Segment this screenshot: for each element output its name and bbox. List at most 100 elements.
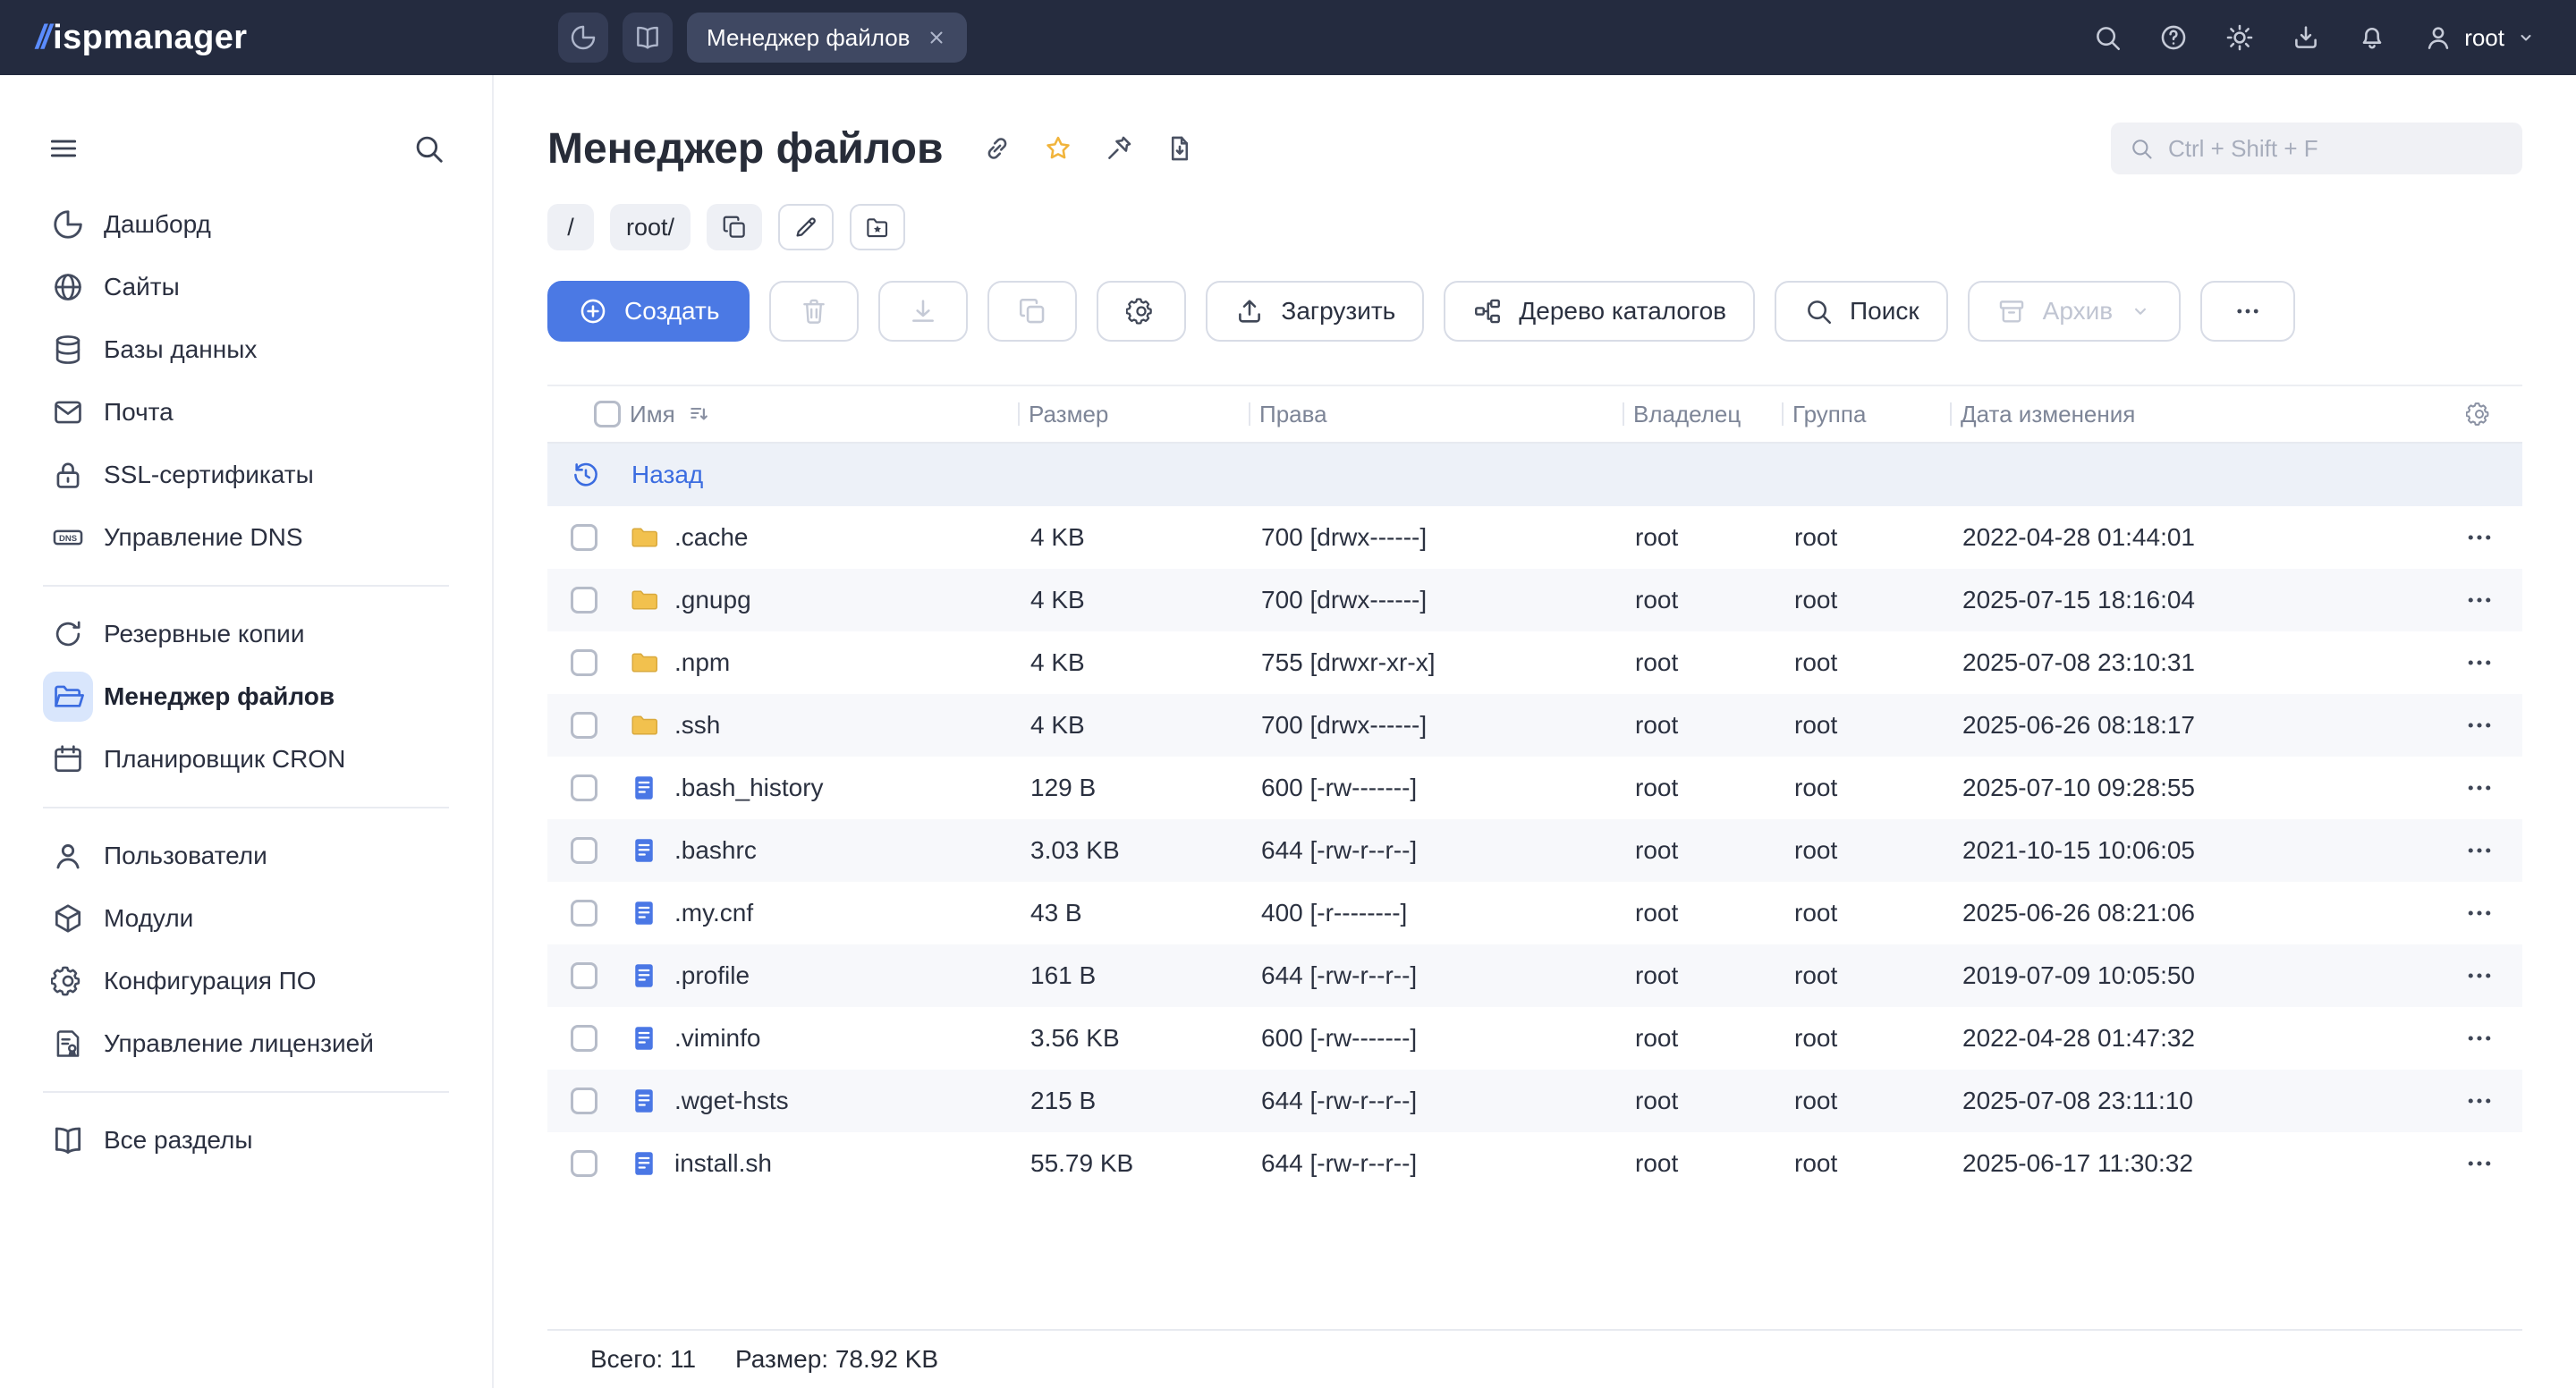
column-header[interactable]: Размер <box>1018 386 1249 442</box>
topbar-tool-book[interactable] <box>623 13 673 63</box>
row-checkbox[interactable] <box>571 900 597 927</box>
file-perms: 600 [-rw-------] <box>1249 774 1623 802</box>
user-name: root <box>2464 24 2504 52</box>
table-row[interactable]: .bashrc 3.03 KB 644 [-rw-r--r--] root ro… <box>547 819 2522 882</box>
row-actions-button[interactable] <box>2463 1085 2496 1117</box>
sidebar-item-database[interactable]: Базы данных <box>0 318 492 381</box>
toolbar-button-gear[interactable] <box>1097 281 1186 342</box>
column-header[interactable]: Группа <box>1782 386 1950 442</box>
table-row[interactable]: .ssh 4 KB 700 [drwx------] root root 202… <box>547 694 2522 757</box>
row-actions-button[interactable] <box>2463 709 2496 741</box>
topbar-action-search[interactable] <box>2092 22 2123 53</box>
sidebar-item-backup[interactable]: Резервные копии <box>0 603 492 665</box>
sidebar-item-license[interactable]: Управление лицензией <box>0 1012 492 1075</box>
sidebar-item-mail[interactable]: Почта <box>0 381 492 444</box>
toolbar-button-trash[interactable] <box>769 281 859 342</box>
row-checkbox[interactable] <box>571 837 597 864</box>
breadcrumb-action-folder-star[interactable] <box>850 204 905 250</box>
more-actions-button[interactable] <box>2200 281 2295 342</box>
row-actions-button[interactable] <box>2463 1147 2496 1180</box>
table-row[interactable]: .wget-hsts 215 B 644 [-rw-r--r--] root r… <box>547 1070 2522 1132</box>
sidebar-item-globe[interactable]: Сайты <box>0 256 492 318</box>
file-group: root <box>1782 711 1950 740</box>
row-actions-button[interactable] <box>2463 647 2496 679</box>
create-button[interactable]: Создать <box>547 281 750 342</box>
table-row[interactable]: .bash_history 129 B 600 [-rw-------] roo… <box>547 757 2522 819</box>
topbar-action-import[interactable] <box>2291 22 2321 53</box>
title-action-star[interactable] <box>1043 133 1073 164</box>
sidebar: Дашборд Сайты Базы данных Почта SSL-серт… <box>0 75 494 1388</box>
table-row[interactable]: .cache 4 KB 700 [drwx------] root root 2… <box>547 506 2522 569</box>
sidebar-item-book[interactable]: Все разделы <box>0 1109 492 1172</box>
table-row[interactable]: .npm 4 KB 755 [drwxr-xr-x] root root 202… <box>547 631 2522 694</box>
go-back-row[interactable]: Назад <box>547 444 2522 506</box>
column-header[interactable]: Дата изменения <box>1950 386 2436 442</box>
row-actions-button[interactable] <box>2463 960 2496 992</box>
breadcrumb-action-pencil[interactable] <box>778 204 834 250</box>
row-checkbox[interactable] <box>571 774 597 801</box>
row-checkbox[interactable] <box>571 1025 597 1052</box>
toolbar-button-copy[interactable] <box>987 281 1077 342</box>
sidebar-item-dns[interactable]: Управление DNS <box>0 506 492 569</box>
sidebar-item-folder-open[interactable]: Менеджер файлов <box>0 665 492 728</box>
row-checkbox[interactable] <box>571 649 597 676</box>
topbar-tool-dashboard[interactable] <box>558 13 608 63</box>
row-checkbox[interactable] <box>571 587 597 614</box>
archive-button[interactable]: Архив <box>1968 281 2181 342</box>
topbar-action-bell[interactable] <box>2357 22 2387 53</box>
sort-icon[interactable] <box>688 402 711 426</box>
logo-slashes-icon: // <box>36 19 47 57</box>
app-logo[interactable]: // ispmanager <box>0 19 494 57</box>
upload-button[interactable]: Загрузить <box>1206 281 1424 342</box>
row-checkbox[interactable] <box>571 1088 597 1114</box>
row-actions-button[interactable] <box>2463 897 2496 929</box>
menu-icon[interactable] <box>47 131 80 165</box>
search-button[interactable]: Поиск <box>1775 281 1948 342</box>
row-checkbox[interactable] <box>571 524 597 551</box>
directory-tree-button[interactable]: Дерево каталогов <box>1444 281 1755 342</box>
column-header[interactable]: Права <box>1249 386 1623 442</box>
row-actions-button[interactable] <box>2463 834 2496 867</box>
row-actions-button[interactable] <box>2463 1022 2496 1054</box>
breadcrumb-segment[interactable]: / <box>547 204 594 250</box>
title-action-file-export[interactable] <box>1165 133 1195 164</box>
sidebar-item-gear[interactable]: Конфигурация ПО <box>0 950 492 1012</box>
table-row[interactable]: .profile 161 B 644 [-rw-r--r--] root roo… <box>547 944 2522 1007</box>
title-action-pin[interactable] <box>1104 133 1134 164</box>
title-action-link[interactable] <box>982 133 1013 164</box>
sidebar-item-modules[interactable]: Модули <box>0 887 492 950</box>
row-actions-button[interactable] <box>2463 772 2496 804</box>
file-modified: 2025-07-15 18:16:04 <box>1950 586 2436 614</box>
tab-file-manager[interactable]: Менеджер файлов <box>687 13 967 63</box>
row-checkbox[interactable] <box>571 1150 597 1177</box>
sidebar-item-calendar[interactable]: Планировщик CRON <box>0 728 492 791</box>
user-menu[interactable]: root <box>2423 22 2537 53</box>
column-header[interactable]: Имя <box>619 386 1018 442</box>
page-search[interactable] <box>2111 123 2522 174</box>
row-checkbox[interactable] <box>571 962 597 989</box>
license-icon <box>43 1019 93 1069</box>
table-row[interactable]: .gnupg 4 KB 700 [drwx------] root root 2… <box>547 569 2522 631</box>
sidebar-item-dashboard[interactable]: Дашборд <box>0 193 492 256</box>
breadcrumb-action-copy[interactable] <box>707 204 762 250</box>
table-row[interactable]: .my.cnf 43 B 400 [-r--------] root root … <box>547 882 2522 944</box>
column-header[interactable]: Владелец <box>1623 386 1782 442</box>
row-actions-button[interactable] <box>2463 521 2496 554</box>
breadcrumb-segment[interactable]: root/ <box>610 204 691 250</box>
search-input[interactable] <box>2168 135 2504 163</box>
select-all-checkbox[interactable] <box>594 401 621 427</box>
row-checkbox[interactable] <box>571 712 597 739</box>
tab-close-icon[interactable] <box>926 27 947 48</box>
sidebar-item-user[interactable]: Пользователи <box>0 825 492 887</box>
topbar-action-sun[interactable] <box>2224 22 2255 53</box>
toolbar-button-download[interactable] <box>878 281 968 342</box>
sidebar-item-lock[interactable]: SSL-сертификаты <box>0 444 492 506</box>
topbar-action-help[interactable] <box>2158 22 2189 53</box>
sidebar-search-icon[interactable] <box>411 131 445 165</box>
topbar: // ispmanager Менеджер файлов root <box>0 0 2576 75</box>
table-row[interactable]: install.sh 55.79 KB 644 [-rw-r--r--] roo… <box>547 1132 2522 1195</box>
folder-fill-icon <box>628 521 660 554</box>
table-row[interactable]: .viminfo 3.56 KB 600 [-rw-------] root r… <box>547 1007 2522 1070</box>
row-actions-button[interactable] <box>2463 584 2496 616</box>
table-settings-gear-icon[interactable] <box>2436 401 2522 427</box>
